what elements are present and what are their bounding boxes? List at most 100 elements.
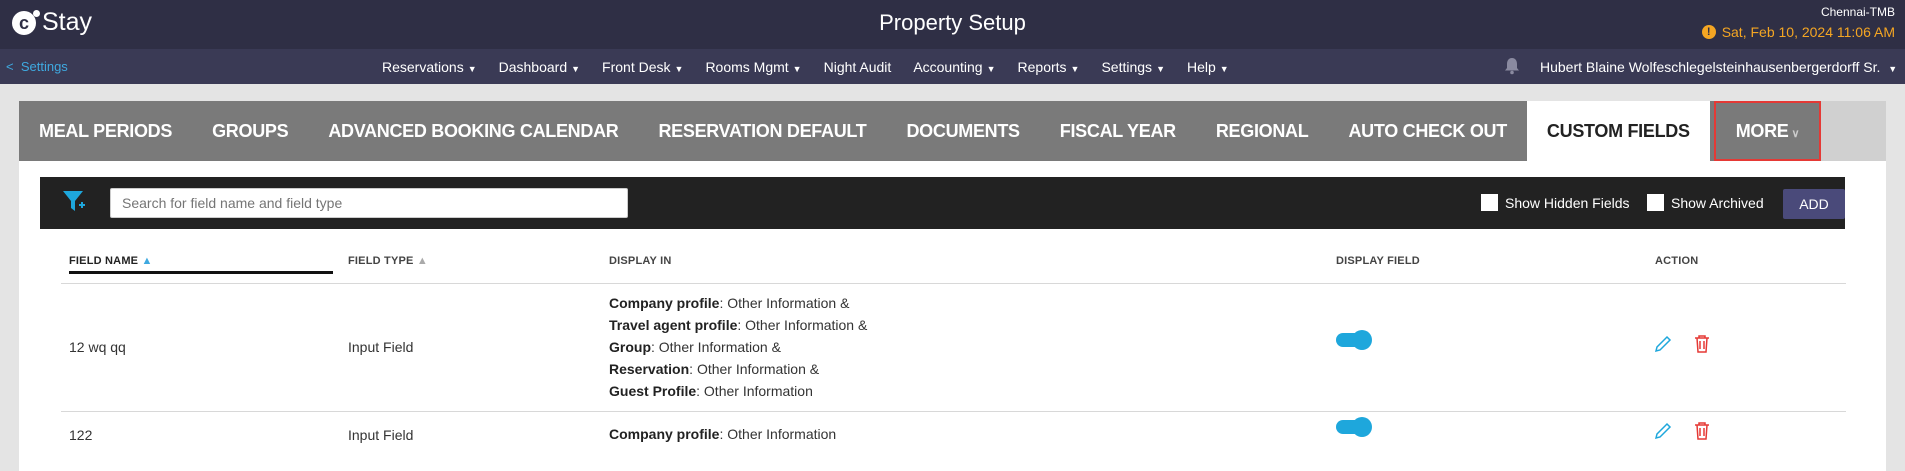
property-name[interactable]: Chennai-TMB (1821, 5, 1895, 19)
display-in-entry: Reservation: Other Information & (609, 361, 820, 377)
search-input[interactable] (110, 188, 628, 218)
tab-row: MEAL PERIODS GROUPS ADVANCED BOOKING CALEN… (19, 101, 1822, 161)
tab-documents[interactable]: DOCUMENTS (886, 101, 1039, 161)
column-header-display-field: DISPLAY FIELD (1336, 255, 1420, 267)
nav-item-label: Front Desk (602, 59, 671, 75)
display-in-label: Group (609, 339, 651, 355)
nav-item-dashboard[interactable]: Dashboard ▼ (499, 59, 580, 75)
app-header: c Stay Property Setup Chennai-TMB ! Sat,… (0, 0, 1905, 49)
nav-item-label: Night Audit (823, 59, 892, 75)
edit-icon[interactable] (1653, 334, 1673, 354)
column-header-action: ACTION (1655, 255, 1699, 267)
field-name-cell: 122 (69, 427, 93, 443)
field-type-header-label: FIELD TYPE (348, 255, 414, 267)
page-title: Property Setup (879, 10, 1026, 35)
caret-down-icon: ▼ (467, 64, 477, 74)
caret-down-icon: ▼ (674, 64, 684, 74)
nav-item-accounting[interactable]: Accounting ▼ (913, 59, 995, 75)
tab-auto-check-out[interactable]: AUTO CHECK OUT (1328, 101, 1526, 161)
display-in-value: Other Information (703, 383, 813, 399)
nav-item-rooms-mgmt[interactable]: Rooms Mgmt ▼ (705, 59, 801, 75)
tab-reservation-default[interactable]: RESERVATION DEFAULT (638, 101, 886, 161)
active-sort-underline (69, 271, 333, 274)
more-label: MORE (1735, 121, 1789, 141)
nav-item-label: Accounting (913, 59, 983, 75)
display-in-label: Company profile (609, 426, 720, 442)
nav-item-reservations[interactable]: Reservations ▼ (382, 59, 477, 75)
caret-down-icon: ▼ (571, 64, 581, 74)
chevron-down-icon: ∨ (1791, 128, 1800, 140)
nav-menu: Reservations ▼ Dashboard ▼ Front Desk ▼ Rooms … (382, 59, 1251, 75)
sort-asc-icon[interactable]: ▲ (142, 255, 153, 267)
main-nav: < Settings Reservations ▼ Dashboard ▼ Front … (0, 49, 1905, 84)
caret-down-icon: ▼ (986, 64, 996, 74)
nav-item-front-desk[interactable]: Front Desk ▼ (602, 59, 683, 75)
tab-more[interactable]: MORE ∨ (1713, 101, 1822, 161)
tab-custom-fields[interactable]: CUSTOM FIELDS (1526, 101, 1710, 161)
nav-item-label: Rooms Mgmt (705, 59, 789, 75)
nav-item-night-audit[interactable]: Night Audit (824, 59, 892, 75)
display-in-value: Other Information & (727, 295, 850, 311)
header-divider (61, 283, 1846, 284)
warning-icon: ! (1701, 25, 1716, 39)
nav-item-label: Dashboard (498, 59, 568, 75)
display-in-value: Other Information & (658, 339, 781, 355)
display-in-entry: Travel agent profile: Other Information … (609, 317, 868, 333)
display-in-label: Company profile (609, 295, 720, 311)
checkbox-box[interactable] (1647, 194, 1664, 211)
display-in-cell: Company profile: Other Information (609, 423, 836, 445)
field-type-cell: Input Field (348, 339, 414, 355)
nav-item-label: Reports (1017, 59, 1067, 75)
display-in-entry: Company profile: Other Information & (609, 295, 850, 311)
caret-down-icon: ▼ (1070, 64, 1080, 74)
caret-down-icon: ▼ (1888, 64, 1898, 74)
checkbox-box[interactable] (1481, 194, 1498, 211)
custom-fields-toolbar: Show Hidden Fields Show Archived ADD (40, 177, 1845, 229)
column-header-display-in: DISPLAY IN (609, 255, 672, 267)
display-in-value: Other Information (727, 426, 837, 442)
caret-down-icon: ▼ (792, 64, 802, 74)
display-in-label: Guest Profile (609, 383, 697, 399)
show-archived-checkbox[interactable]: Show Archived (1647, 194, 1764, 211)
field-name-header-label: FIELD NAME (69, 255, 139, 267)
show-hidden-fields-checkbox[interactable]: Show Hidden Fields (1481, 194, 1630, 211)
tab-regional[interactable]: REGIONAL (1196, 101, 1329, 161)
user-name: Hubert Blaine Wolfeschlegelsteinhausenbe… (1540, 59, 1881, 75)
sort-icon[interactable]: ▲ (417, 255, 428, 267)
bell-icon[interactable] (1504, 57, 1520, 75)
display-field-toggle[interactable] (1336, 330, 1372, 350)
back-label: Settings (20, 59, 68, 74)
display-in-entry: Group: Other Information & (609, 339, 781, 355)
toggle-knob (1352, 417, 1372, 437)
display-in-cell: Company profile: Other Information & Trav… (609, 292, 867, 402)
edit-icon[interactable] (1653, 421, 1673, 441)
tab-fiscal-year[interactable]: FISCAL YEAR (1040, 101, 1196, 161)
field-type-cell: Input Field (348, 427, 414, 443)
add-button[interactable]: ADD (1783, 189, 1845, 219)
display-field-toggle[interactable] (1336, 417, 1372, 437)
display-in-entry: Guest Profile: Other Information (609, 383, 813, 399)
nav-item-reports[interactable]: Reports ▼ (1018, 59, 1080, 75)
delete-icon[interactable] (1693, 421, 1711, 441)
date-text: Sat, Feb 10, 2024 11:06 AM (1721, 24, 1895, 40)
display-in-value: Other Information & (696, 361, 820, 377)
filter-add-icon[interactable] (62, 189, 86, 215)
display-in-label: Reservation (609, 361, 690, 377)
column-header-field-type[interactable]: FIELD TYPE ▲ (348, 255, 428, 267)
show-archived-label: Show Archived (1671, 194, 1764, 211)
chevron-left-icon: < (6, 59, 14, 74)
field-name-cell: 12 wq qq (69, 339, 126, 355)
user-menu[interactable]: Hubert Blaine Wolfeschlegelsteinhausenbe… (1540, 59, 1897, 75)
tab-groups[interactable]: GROUPS (192, 101, 308, 161)
delete-icon[interactable] (1693, 334, 1711, 354)
nav-item-label: Reservations (382, 59, 464, 75)
tab-advanced-booking-calendar[interactable]: ADVANCED BOOKING CALENDAR (308, 101, 638, 161)
row-divider (61, 411, 1846, 412)
nav-item-help[interactable]: Help ▼ (1187, 59, 1229, 75)
tab-meal-periods[interactable]: MEAL PERIODS (19, 101, 192, 161)
back-to-settings-link[interactable]: < Settings (6, 59, 68, 74)
nav-item-label: Help (1186, 59, 1216, 75)
show-hidden-label: Show Hidden Fields (1505, 194, 1630, 211)
column-header-field-name[interactable]: FIELD NAME ▲ (69, 255, 153, 267)
nav-item-settings[interactable]: Settings ▼ (1101, 59, 1165, 75)
